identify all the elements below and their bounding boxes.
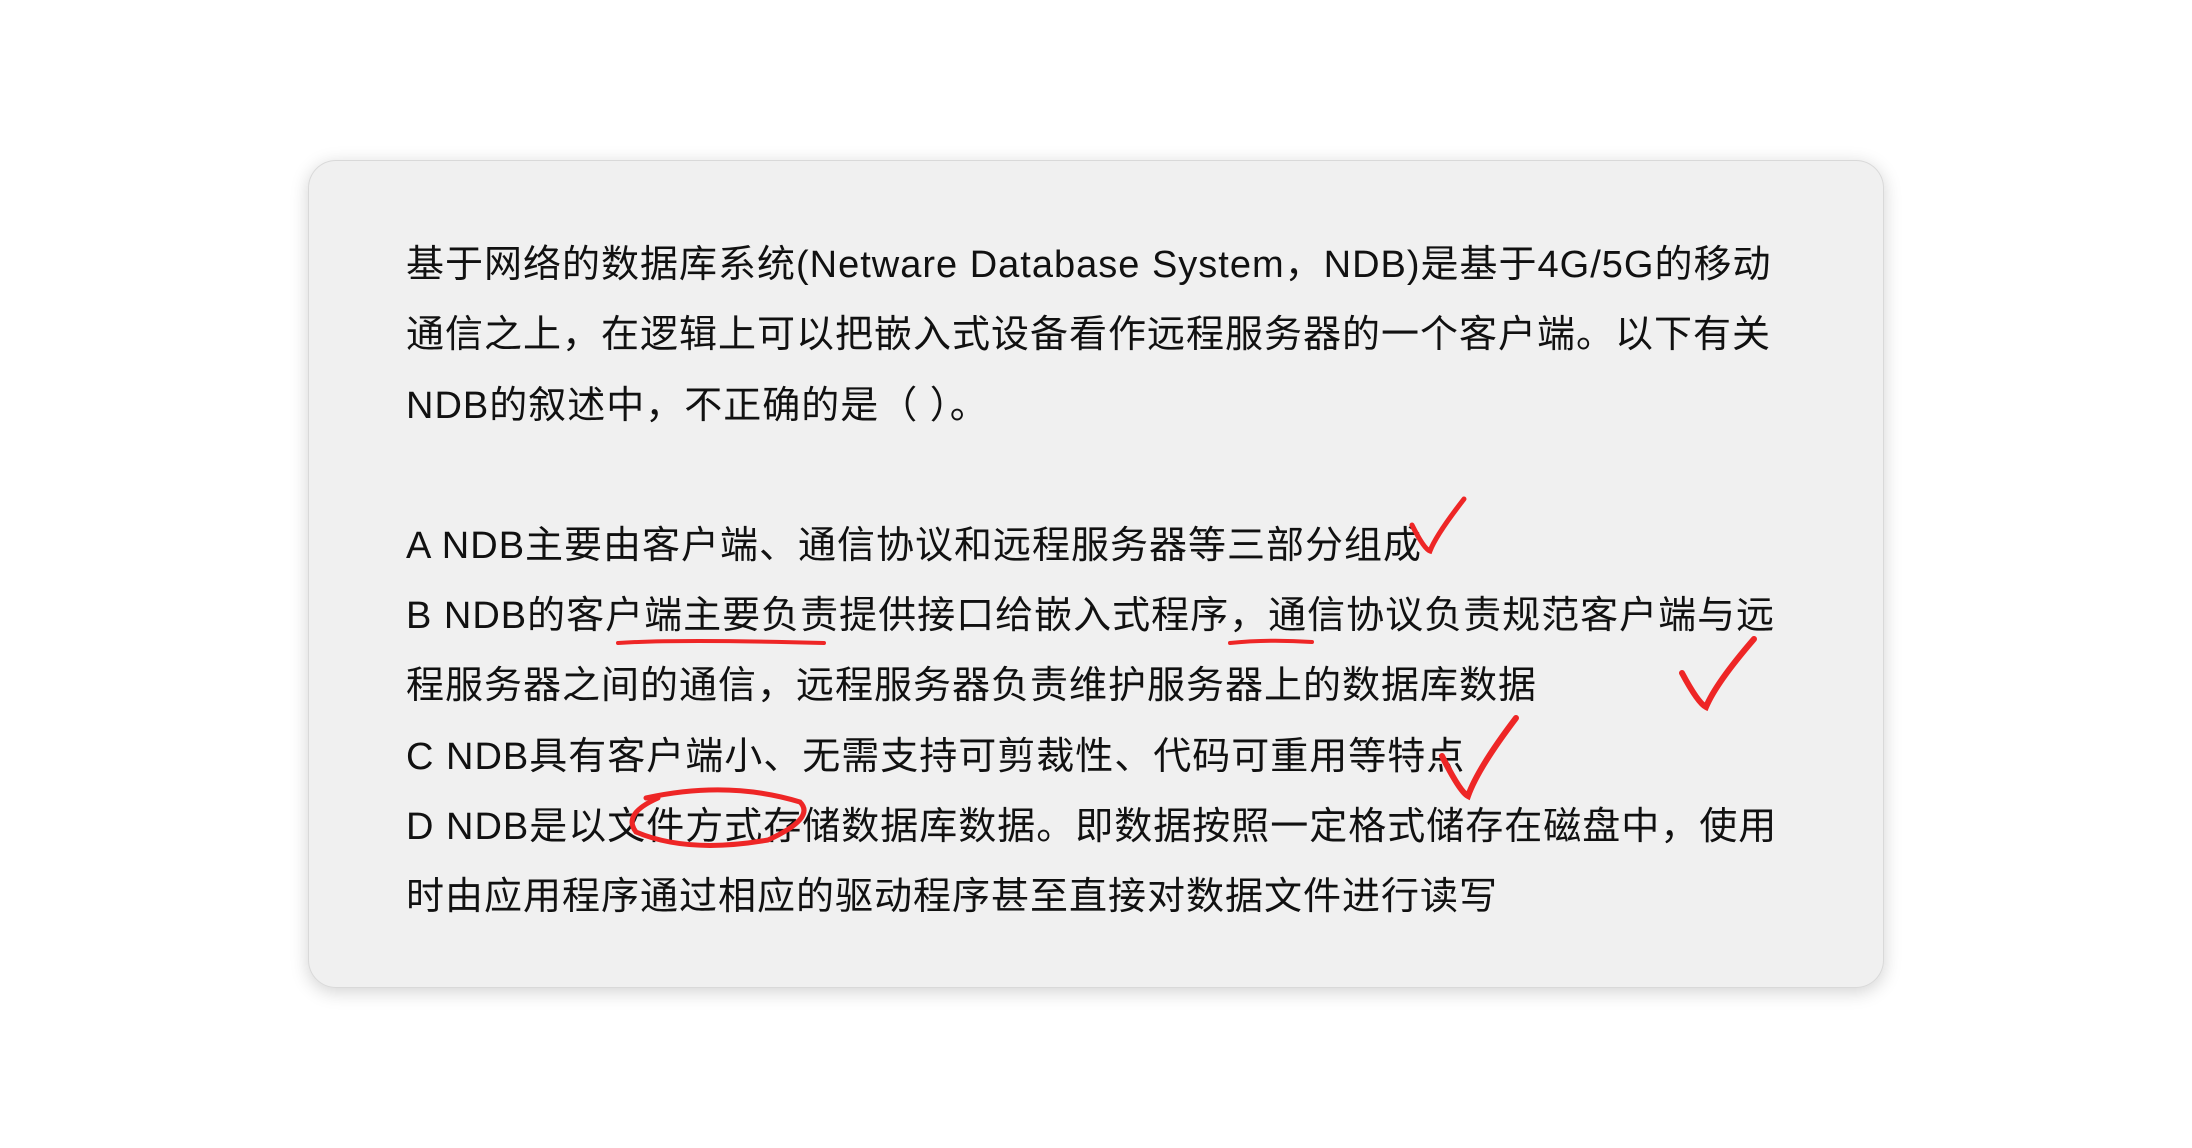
option-a-text: A NDB主要由客户端、通信协议和远程服务器等三部分组成 [406,525,1422,567]
checkmark-icon [1676,633,1766,719]
underline-path [618,641,824,643]
underline-icon [1228,635,1314,649]
check-path [1682,639,1754,707]
underline-path [1230,641,1312,643]
option-b-text: B NDB的客户端主要负责提供接口给嵌入式程序，通信协议负责规范客户端与远程服务… [406,595,1775,707]
question-card: 基于网络的数据库系统(Netware Database System，NDB)是… [308,160,1884,988]
option-a: A NDB主要由客户端、通信协议和远程服务器等三部分组成 [406,511,1786,581]
option-c-text: C NDB具有客户端小、无需支持可剪裁性、代码可重用等特点 [406,736,1465,778]
option-d-text: D NDB是以文件方式存储数据库数据。即数据按照一定格式储存在磁盘中，使用时由应… [406,806,1777,918]
option-d: D NDB是以文件方式存储数据库数据。即数据按照一定格式储存在磁盘中，使用时由应… [406,792,1786,933]
underline-icon [616,635,826,649]
option-b: B NDB的客户端主要负责提供接口给嵌入式程序，通信协议负责规范客户端与远程服务… [406,581,1786,722]
question-stem: 基于网络的数据库系统(Netware Database System，NDB)是… [406,230,1786,441]
option-c: C NDB具有客户端小、无需支持可剪裁性、代码可重用等特点 [406,722,1786,792]
options-block: A NDB主要由客户端、通信协议和远程服务器等三部分组成 B NDB的客户端主要… [406,511,1786,933]
